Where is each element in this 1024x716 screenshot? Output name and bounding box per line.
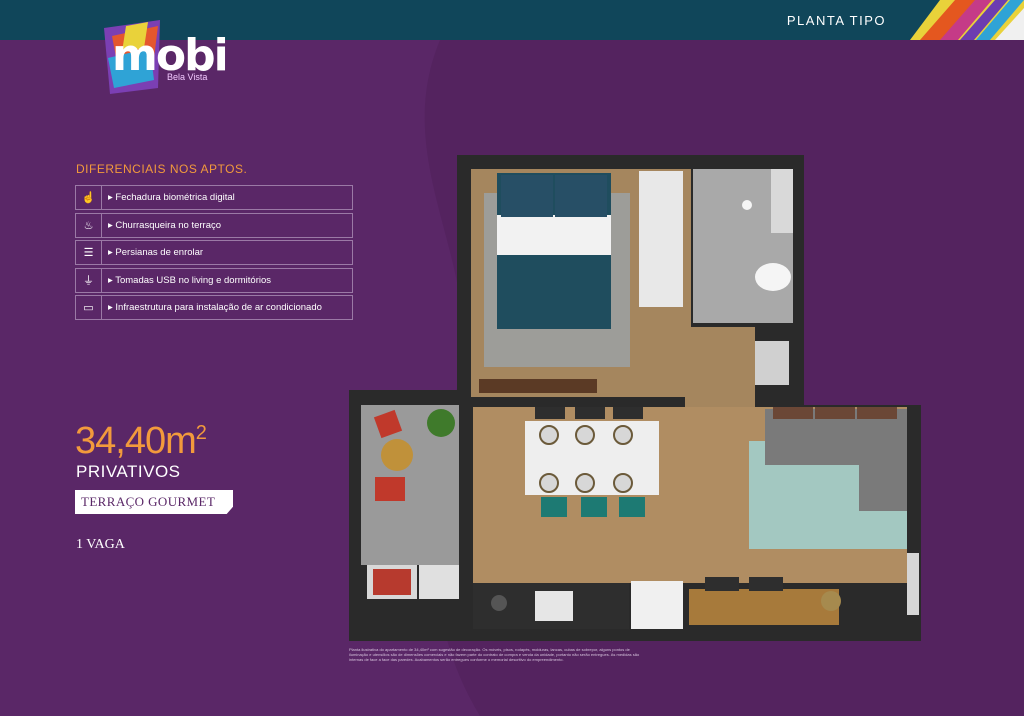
usb-icon: ⏚ (76, 268, 102, 292)
feature-item: ☝ ▸ Fechadura biométrica digital (75, 185, 353, 210)
feature-item: ▭ ▸ Infraestrutura para instalação de ar… (75, 295, 353, 320)
feature-label: ▸ Churrasqueira no terraço (108, 219, 222, 231)
terrace-badge: TERRAÇO GOURMET (75, 490, 233, 514)
features-title: DIFERENCIAIS NOS APTOS. (76, 162, 248, 176)
terrace-table (381, 439, 413, 471)
wardrobe (639, 171, 683, 307)
parking-label: 1 VAGA (76, 537, 125, 552)
armchair (631, 581, 683, 629)
feature-label: ▸ Infraestrutura para instalação de ar c… (108, 302, 322, 313)
grill-icon: ♨ (76, 213, 102, 237)
feature-label: ▸ Fechadura biométrica digital (108, 192, 235, 203)
disclaimer: Planta ilustrativa do apartamento de 34,… (349, 647, 640, 662)
desk (479, 379, 597, 393)
feature-item: ☰ ▸ Persianas de enrolar (75, 240, 353, 265)
feature-label: ▸ Tomadas USB no living e dormitórios (108, 274, 271, 286)
feature-label: ▸ Persianas de enrolar (108, 247, 204, 258)
floor-plan (349, 155, 921, 641)
feature-item: ♨ ▸ Churrasqueira no terraço (75, 212, 353, 238)
area-value: 34,40m (75, 420, 197, 462)
blinds-icon: ☰ (76, 241, 102, 264)
sink (755, 341, 789, 385)
page-title: PLANTA TIPO (786, 13, 886, 28)
brand-subtitle: Bela Vista (167, 72, 208, 82)
plant (427, 409, 455, 437)
private-area-label: PRIVATIVOS (76, 462, 181, 481)
private-area: 34,40m2 (75, 420, 207, 463)
fingerprint-icon: ☝ (76, 186, 102, 209)
area-unit-exponent: 2 (195, 422, 207, 444)
air-conditioner-icon: ▭ (76, 296, 102, 319)
brush-stroke-decoration (910, 0, 1024, 40)
kitchen-sink (535, 591, 573, 621)
toilet (755, 263, 791, 291)
tv-console (689, 589, 839, 625)
features-list: ☝ ▸ Fechadura biométrica digital ♨ ▸ Chu… (75, 185, 353, 323)
feature-item: ⏚ ▸ Tomadas USB no living e dormitórios (75, 267, 353, 293)
